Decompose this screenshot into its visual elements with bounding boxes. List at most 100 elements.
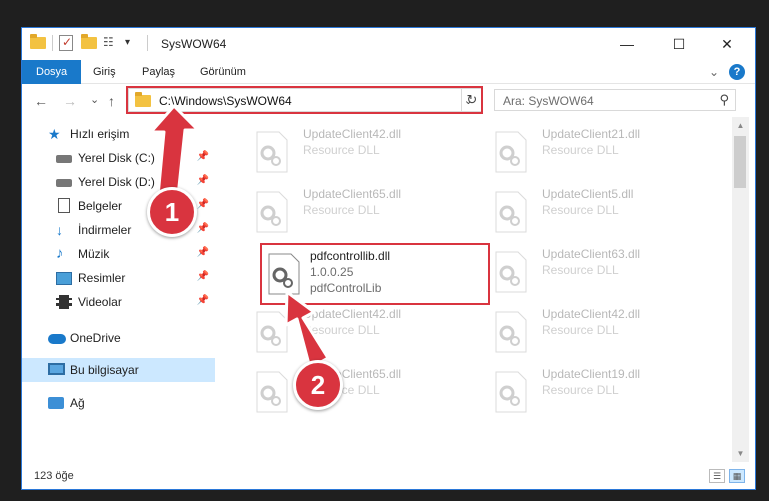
vertical-scrollbar[interactable]: ▲ ▼ xyxy=(732,117,749,462)
dll-file-icon xyxy=(256,191,288,233)
recent-locations-button[interactable]: ⌄ xyxy=(90,93,99,106)
toolbar-divider xyxy=(147,35,148,51)
tab-view[interactable]: Görünüm xyxy=(192,60,254,84)
file-item[interactable]: UpdateClient65.dll Resource DLL xyxy=(241,183,471,237)
sidebar-item-label: İndirmeler xyxy=(78,223,132,237)
expand-ribbon-icon[interactable]: ⌄ xyxy=(709,65,719,79)
file-description: Resource DLL xyxy=(542,383,619,397)
pin-icon[interactable]: 📌 xyxy=(197,223,209,234)
dll-file-icon xyxy=(268,253,300,295)
tab-file[interactable]: Dosya xyxy=(22,60,82,84)
file-description: Resource DLL xyxy=(542,143,619,157)
file-item-pdfcontrollib[interactable]: pdfcontrollib.dll 1.0.0.25 pdfControlLib xyxy=(260,243,490,305)
sidebar-item-quick-access[interactable]: ★ Hızlı erişim xyxy=(22,122,215,146)
star-icon: ★ xyxy=(48,126,61,142)
downloads-icon: ↓ xyxy=(56,222,63,238)
tiles-view-button[interactable]: ▦ xyxy=(729,469,745,483)
file-name: pdfcontrollib.dll xyxy=(310,249,391,263)
ribbon-controls: ⌄ ? xyxy=(709,64,745,80)
videos-icon xyxy=(56,294,72,310)
file-description: Resource DLL xyxy=(303,143,380,157)
sidebar-item-label: Hızlı erişim xyxy=(70,127,130,141)
file-item[interactable]: UpdateClient63.dll Resource DLL xyxy=(480,243,710,297)
step-2-badge: 2 xyxy=(293,360,343,410)
navigation-pane: ★ Hızlı erişim Yerel Disk (C:) 📌 Yerel D… xyxy=(22,117,215,462)
file-item[interactable]: UpdateClient5.dll Resource DLL xyxy=(480,183,710,237)
file-item[interactable]: UpdateClient42.dll Resource DLL xyxy=(241,303,471,357)
sidebar-item-label: Belgeler xyxy=(78,199,123,213)
file-item[interactable]: UpdateClient42.dll Resource DLL xyxy=(480,303,710,357)
file-name: UpdateClient42.dll xyxy=(542,307,641,321)
details-view-button[interactable]: ☰ xyxy=(709,469,725,483)
new-folder-icon[interactable] xyxy=(81,34,97,51)
customize-toolbar-icon[interactable]: ☷ xyxy=(103,35,119,51)
dll-file-icon xyxy=(256,371,288,413)
file-name: UpdateClient5.dll xyxy=(542,187,634,201)
sidebar-item-videos[interactable]: Videolar 📌 xyxy=(22,290,215,314)
dll-file-icon xyxy=(256,311,288,353)
pin-icon[interactable]: 📌 xyxy=(197,271,209,282)
step-1-badge: 1 xyxy=(147,187,197,237)
search-box[interactable]: Ara: SysWOW64 ⚲ xyxy=(494,89,736,111)
sidebar-item-label: Yerel Disk (D:) xyxy=(78,175,155,189)
ribbon-tabs: Dosya Giriş Paylaş Görünüm ⌄ ? xyxy=(22,60,755,84)
up-button[interactable]: ↑ xyxy=(108,93,115,109)
folder-icon xyxy=(30,34,46,51)
search-icon[interactable]: ⚲ xyxy=(719,92,729,108)
pin-icon[interactable]: 📌 xyxy=(197,295,209,306)
sidebar-item-label: Bu bilgisayar xyxy=(70,363,139,377)
sidebar-item-label: Müzik xyxy=(78,247,110,261)
minimize-button[interactable]: — xyxy=(604,28,650,60)
file-version: 1.0.0.25 xyxy=(310,265,354,279)
sidebar-item-pictures[interactable]: Resimler 📌 xyxy=(22,266,215,290)
tab-home[interactable]: Giriş xyxy=(85,60,124,84)
file-item[interactable]: UpdateClient21.dll Resource DLL xyxy=(480,123,710,177)
file-name: UpdateClient63.dll xyxy=(542,247,641,261)
music-icon: ♪ xyxy=(56,245,64,262)
file-name: UpdateClient42.dll xyxy=(303,307,402,321)
sidebar-item-this-pc[interactable]: Bu bilgisayar xyxy=(22,358,215,382)
properties-icon[interactable] xyxy=(59,35,75,51)
scroll-down-button[interactable]: ▼ xyxy=(732,445,749,462)
sidebar-item-label: Videolar xyxy=(78,295,122,309)
sidebar-item-label: Ağ xyxy=(70,396,85,410)
file-name: UpdateClient42.dll xyxy=(303,127,402,141)
close-button[interactable]: ✕ xyxy=(704,28,750,60)
scrollbar-thumb[interactable] xyxy=(734,136,746,188)
pin-icon[interactable]: 📌 xyxy=(197,247,209,258)
file-item[interactable]: UpdateClient42.dll Resource DLL xyxy=(241,123,471,177)
onedrive-icon xyxy=(48,330,66,346)
sidebar-item-label: Resimler xyxy=(78,271,126,285)
sidebar-item-drive-c[interactable]: Yerel Disk (C:) 📌 xyxy=(22,146,215,170)
pictures-icon xyxy=(56,270,72,286)
dll-file-icon xyxy=(495,311,527,353)
sidebar-item-music[interactable]: ♪ Müzik 📌 xyxy=(22,242,215,266)
help-icon[interactable]: ? xyxy=(729,64,745,80)
drive-icon xyxy=(56,150,72,166)
this-pc-icon xyxy=(48,362,65,378)
search-placeholder: Ara: SysWOW64 xyxy=(503,94,594,108)
toolbar-dropdown-icon[interactable]: ▾ xyxy=(125,35,141,51)
toolbar-divider xyxy=(52,35,53,51)
pin-icon[interactable]: 📌 xyxy=(197,175,209,186)
file-name: UpdateClient19.dll xyxy=(542,367,641,381)
sidebar-item-network[interactable]: Ağ xyxy=(22,391,215,415)
dll-file-icon xyxy=(495,131,527,173)
sidebar-item-onedrive[interactable]: OneDrive xyxy=(22,326,215,350)
file-description: pdfControlLib xyxy=(310,281,382,295)
file-item[interactable]: UpdateClient65.dll Resource DLL xyxy=(241,363,471,417)
dll-file-icon xyxy=(256,131,288,173)
file-item[interactable]: UpdateClient19.dll Resource DLL xyxy=(480,363,710,417)
sidebar-item-label: Yerel Disk (C:) xyxy=(78,151,155,165)
pin-icon[interactable]: 📌 xyxy=(197,151,209,162)
dll-file-icon xyxy=(495,191,527,233)
file-name: UpdateClient65.dll xyxy=(303,187,402,201)
maximize-button[interactable]: ☐ xyxy=(656,28,702,60)
pin-icon[interactable]: 📌 xyxy=(197,199,209,210)
file-name: UpdateClient21.dll xyxy=(542,127,641,141)
back-button[interactable]: ← xyxy=(34,93,48,109)
quick-access-toolbar: ☷ ▾ xyxy=(30,34,148,51)
tab-share[interactable]: Paylaş xyxy=(134,60,183,84)
scroll-up-button[interactable]: ▲ xyxy=(732,117,749,134)
forward-button[interactable]: → xyxy=(63,93,77,109)
